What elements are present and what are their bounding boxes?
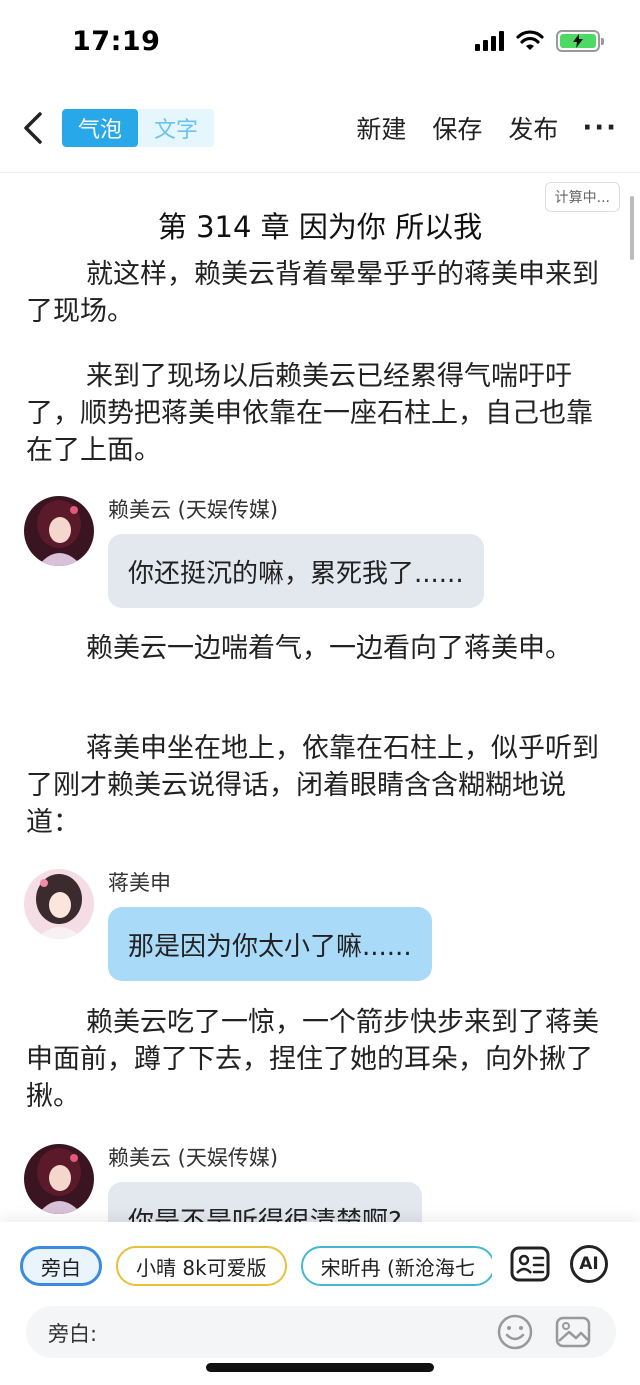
battery-icon <box>556 30 604 52</box>
chat-bubble: 你是不是听得很清楚啊? <box>108 1182 422 1222</box>
avatar <box>24 496 94 566</box>
narration-paragraph: 蒋美申坐在地上，依靠在石柱上，似乎听到了刚才赖美云说得话，闭着眼睛含含糊糊地说道… <box>26 733 599 838</box>
cellular-signal-icon <box>475 31 504 51</box>
narration-paragraph: 就这样，赖美云背着晕晕乎乎的蒋美申来到了现场。 <box>26 259 599 327</box>
role-chip-list[interactable]: 旁白 小晴 8k可爱版 宋昕冉 (新沧海七 <box>20 1246 492 1286</box>
new-button[interactable]: 新建 <box>356 110 406 146</box>
back-arrow-icon[interactable] <box>16 108 52 148</box>
chat-message[interactable]: 赖美云 (天娱传媒) 你是不是听得很清楚啊? <box>24 1144 624 1222</box>
top-nav-bar: 气泡 文字 新建 保存 发布 ··· <box>0 96 640 166</box>
contact-card-icon[interactable] <box>510 1244 550 1284</box>
narration-paragraph: 赖美云一边喘着气，一边看向了蒋美申。 <box>86 633 572 664</box>
chat-message[interactable]: 蒋美申 那是因为你太小了嘛...... <box>24 869 624 989</box>
publish-button[interactable]: 发布 <box>508 110 558 146</box>
chat-bubble: 你还挺沉的嘛，累死我了...... <box>108 534 484 608</box>
narration-paragraph: 赖美云吃了一惊，一个箭步快步来到了蒋美申面前，蹲了下去，捏住了她的耳朵，向外揪了… <box>26 1007 599 1112</box>
mode-toggle: 气泡 文字 <box>62 109 214 147</box>
editor-content[interactable]: 计算中... 第 314 章 因为你 所以我 就这样，赖美云背着晕晕乎乎的蒋美申… <box>0 172 640 1222</box>
avatar <box>24 1144 94 1214</box>
chapter-title: 第 314 章 因为你 所以我 <box>157 210 483 244</box>
ai-button[interactable]: AI <box>569 1244 609 1284</box>
ai-label: AI <box>579 1254 599 1274</box>
avatar <box>24 869 94 939</box>
role-chip-narration[interactable]: 旁白 <box>20 1246 102 1286</box>
speaker-name: 蒋美申 <box>108 871 171 895</box>
chat-bubble: 那是因为你太小了嘛...... <box>108 907 432 981</box>
home-indicator <box>206 1363 434 1372</box>
role-chip[interactable]: 小晴 8k可爱版 <box>116 1246 287 1286</box>
save-button[interactable]: 保存 <box>432 110 482 146</box>
status-bar: 17:19 <box>0 0 640 86</box>
wifi-icon <box>516 30 544 50</box>
status-icons <box>475 30 604 52</box>
chat-message[interactable]: 赖美云 (天娱传媒) 你还挺沉的嘛，累死我了...... <box>24 496 624 616</box>
more-options-button[interactable]: ··· <box>582 113 618 143</box>
speaker-name: 赖美云 (天娱传媒) <box>108 1146 279 1170</box>
status-time: 17:19 <box>72 26 161 57</box>
bottom-input-panel: 旁白 小晴 8k可爱版 宋昕冉 (新沧海七 AI 旁白: <box>0 1222 640 1385</box>
emoji-icon[interactable] <box>496 1313 534 1351</box>
narration-paragraph: 来到了现场以后赖美云已经累得气喘吁吁了，顺势把蒋美申依靠在一座石柱上，自己也靠在… <box>26 361 593 466</box>
speaker-name: 赖美云 (天娱传媒) <box>108 498 279 522</box>
input-role-label: 旁白: <box>48 1322 98 1346</box>
mode-text-tab[interactable]: 文字 <box>138 109 214 147</box>
nav-actions: 新建 保存 发布 ··· <box>330 110 618 146</box>
message-input[interactable]: 旁白: <box>26 1306 616 1358</box>
image-icon[interactable] <box>554 1313 592 1351</box>
mode-bubble-tab[interactable]: 气泡 <box>62 109 138 147</box>
role-chip[interactable]: 宋昕冉 (新沧海七 <box>300 1246 492 1286</box>
